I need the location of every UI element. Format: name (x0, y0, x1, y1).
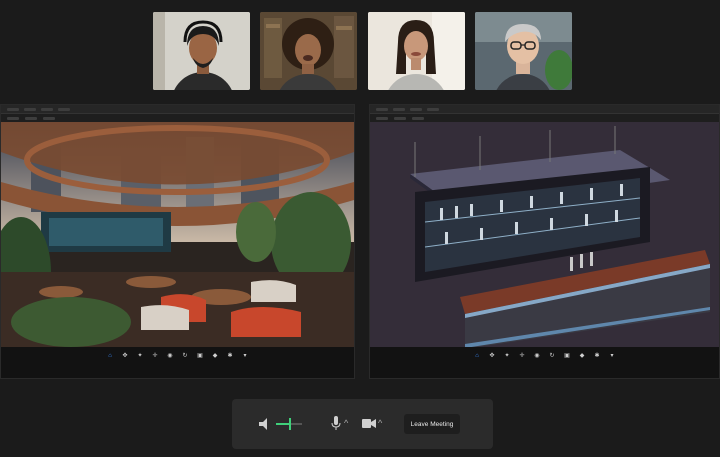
nav-pan[interactable]: ✛ (517, 353, 527, 359)
nav-home[interactable]: ⌂ (105, 353, 115, 359)
toolbar-tool[interactable] (7, 116, 19, 120)
right-viewport-panel: ⌂ ✥ ✦ ✛ ◉ ↻ ▣ ◆ ✱ ▾ (369, 104, 720, 379)
volume-slider[interactable] (276, 418, 302, 430)
menu-placeholder[interactable] (41, 107, 53, 111)
participant-tile-4[interactable] (475, 12, 572, 90)
menu-placeholder[interactable] (58, 107, 70, 111)
pan-icon: ✛ (519, 353, 525, 359)
nav-look[interactable]: ◉ (532, 353, 542, 359)
look-icon: ◉ (534, 353, 540, 359)
pan-icon: ✛ (152, 353, 158, 359)
toolbar-tool[interactable] (25, 116, 37, 120)
menu-placeholder[interactable] (410, 107, 422, 111)
menu-placeholder[interactable] (24, 107, 36, 111)
bar-counter-render[interactable] (370, 122, 719, 349)
home-icon: ⌂ (475, 353, 479, 359)
nav-more[interactable]: ▾ (240, 353, 250, 359)
left-viewport-toolbar (1, 114, 354, 122)
right-viewport-navbar: ⌂ ✥ ✦ ✛ ◉ ↻ ▣ ◆ ✱ ▾ (370, 347, 719, 378)
teleport-icon: ◆ (579, 353, 585, 359)
nav-walk[interactable]: ✦ (135, 353, 145, 359)
volume-slider-fill (276, 423, 291, 425)
microphone-options-chevron-icon[interactable]: ^ (344, 418, 348, 428)
left-viewport-menubar (1, 105, 354, 114)
participant-video-3 (368, 12, 465, 90)
participant-tile-2[interactable] (260, 12, 357, 90)
nav-more[interactable]: ▾ (607, 353, 617, 359)
nav-orbit[interactable]: ↻ (180, 353, 190, 359)
bar-scene-image (370, 122, 719, 349)
more-icon: ▾ (610, 353, 614, 359)
menu-placeholder[interactable] (393, 107, 405, 111)
left-viewport-navbar: ⌂ ✥ ✦ ✛ ◉ ↻ ▣ ◆ ✱ ▾ (1, 347, 354, 378)
volume-slider-handle[interactable] (289, 418, 292, 430)
meeting-control-bar: ^ ^ Leave Meeting (232, 399, 493, 449)
look-icon: ◉ (167, 353, 173, 359)
toolbar-tool[interactable] (376, 116, 388, 120)
orbit-icon: ↻ (182, 353, 188, 359)
nav-walk[interactable]: ✦ (502, 353, 512, 359)
nav-orbit[interactable]: ↻ (547, 353, 557, 359)
nav-home[interactable]: ⌂ (472, 353, 482, 359)
camera-options-chevron-icon[interactable]: ^ (378, 418, 382, 428)
left-viewport-panel: ⌂ ✥ ✦ ✛ ◉ ↻ ▣ ◆ ✱ ▾ (0, 104, 355, 379)
participant-tile-1[interactable] (153, 12, 250, 90)
home-icon: ⌂ (108, 353, 112, 359)
right-viewport-menubar (370, 105, 719, 114)
participant-tile-3[interactable] (368, 12, 465, 90)
orbit-icon: ↻ (549, 353, 555, 359)
toolbar-tool[interactable] (394, 116, 406, 120)
rooftop-restaurant-render[interactable] (1, 122, 354, 349)
participant-avatar-video-4 (475, 12, 572, 90)
menu-placeholder[interactable] (427, 107, 439, 111)
participant-video-1 (153, 12, 250, 90)
nav-teleport[interactable]: ◆ (577, 353, 587, 359)
rooftop-scene-image (1, 122, 354, 349)
gear-icon: ✱ (594, 353, 600, 359)
camera-icon: ▣ (197, 353, 203, 359)
walk-icon: ✦ (504, 353, 510, 359)
nav-look[interactable]: ◉ (165, 353, 175, 359)
camera-icon[interactable] (362, 418, 376, 429)
nav-fly[interactable]: ✥ (487, 353, 497, 359)
microphone-icon[interactable] (331, 416, 341, 431)
nav-settings[interactable]: ✱ (225, 353, 235, 359)
gear-icon: ✱ (227, 353, 233, 359)
nav-teleport[interactable]: ◆ (210, 353, 220, 359)
nav-settings[interactable]: ✱ (592, 353, 602, 359)
leave-meeting-button[interactable]: Leave Meeting (404, 414, 460, 434)
toolbar-tool[interactable] (43, 116, 55, 120)
nav-camera[interactable]: ▣ (195, 353, 205, 359)
teleport-icon: ◆ (212, 353, 218, 359)
participant-video-2 (260, 12, 357, 90)
fly-icon: ✥ (122, 353, 128, 359)
toolbar-tool[interactable] (412, 116, 424, 120)
nav-pan[interactable]: ✛ (150, 353, 160, 359)
speaker-icon[interactable] (259, 418, 273, 430)
more-icon: ▾ (243, 353, 247, 359)
menu-placeholder[interactable] (7, 107, 19, 111)
camera-icon: ▣ (564, 353, 570, 359)
fly-icon: ✥ (489, 353, 495, 359)
right-viewport-toolbar (370, 114, 719, 122)
menu-placeholder[interactable] (376, 107, 388, 111)
walk-icon: ✦ (137, 353, 143, 359)
nav-fly[interactable]: ✥ (120, 353, 130, 359)
nav-camera[interactable]: ▣ (562, 353, 572, 359)
